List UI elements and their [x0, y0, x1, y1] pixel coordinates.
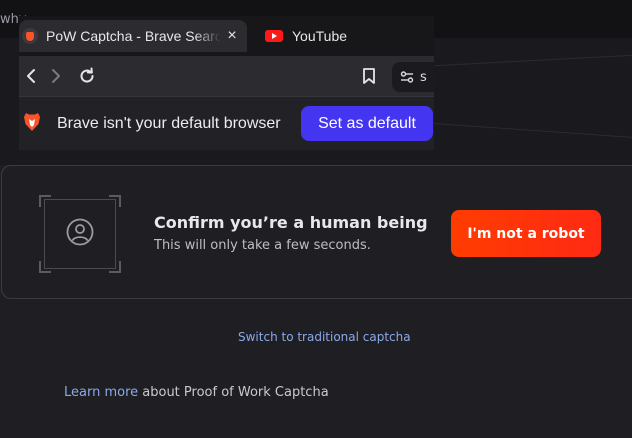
tab-title: YouTube: [292, 28, 348, 44]
brave-favicon-icon: [22, 28, 38, 44]
switch-traditional-captcha-link[interactable]: Switch to traditional captcha: [238, 330, 411, 344]
browser-chrome: PoW Captcha - Brave Search × YouTube s B…: [19, 16, 434, 150]
back-arrow-icon[interactable]: [19, 64, 43, 88]
navigation-toolbar: s: [19, 56, 434, 96]
captcha-title: Confirm you’re a human being: [154, 213, 428, 232]
address-bar[interactable]: s: [392, 62, 434, 92]
site-settings-icon[interactable]: [400, 70, 414, 84]
tab-title: PoW Captcha - Brave Search: [46, 28, 221, 44]
bookmark-icon[interactable]: [357, 64, 381, 88]
brave-lion-icon: [23, 112, 41, 136]
infobar-message: Brave isn't your default browser: [57, 115, 281, 132]
captcha-subtitle: This will only take a few seconds.: [154, 238, 371, 253]
default-browser-infobar: Brave isn't your default browser Set as …: [19, 96, 434, 150]
close-tab-icon[interactable]: ×: [217, 27, 247, 45]
tab-strip: PoW Captcha - Brave Search × YouTube: [19, 16, 434, 56]
learn-more-suffix: about Proof of Work Captcha: [138, 385, 329, 400]
tab-pow-captcha[interactable]: PoW Captcha - Brave Search ×: [19, 20, 247, 52]
learn-more-line: Learn more about Proof of Work Captcha: [64, 385, 329, 400]
youtube-favicon-icon: [265, 30, 283, 42]
tab-youtube[interactable]: YouTube: [261, 20, 431, 52]
captcha-card: Confirm you’re a human being This will o…: [1, 165, 632, 299]
address-text: s: [420, 69, 427, 85]
not-a-robot-button[interactable]: I'm not a robot: [451, 210, 601, 257]
forward-arrow-icon[interactable]: [44, 64, 68, 88]
learn-more-link[interactable]: Learn more: [64, 385, 138, 400]
captcha-illustration: [39, 195, 121, 273]
user-avatar-icon: [66, 218, 94, 250]
set-as-default-button[interactable]: Set as default: [301, 106, 433, 141]
reload-icon[interactable]: [75, 64, 99, 88]
